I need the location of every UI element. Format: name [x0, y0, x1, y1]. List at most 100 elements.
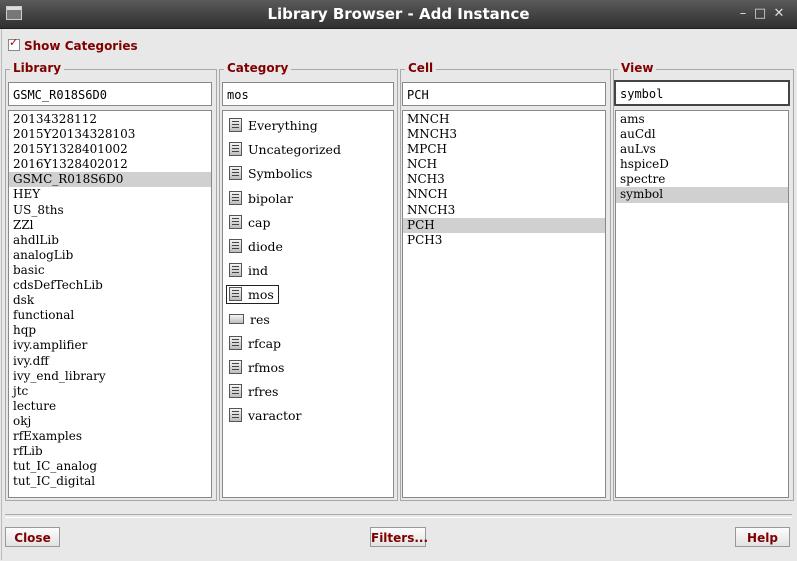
help-button[interactable]: Help: [735, 527, 790, 547]
category-item-label: cap: [248, 214, 271, 230]
library-list-item[interactable]: 2016Y1328402012: [9, 157, 211, 172]
category-list-icon: [229, 214, 242, 229]
library-list-item[interactable]: cdsDefTechLib: [9, 278, 211, 293]
category-list-item[interactable]: rfcap: [223, 332, 393, 356]
close-window-icon[interactable]: ✕: [770, 5, 788, 23]
library-list-item[interactable]: lecture: [9, 399, 211, 414]
category-item-content: ind: [229, 263, 268, 278]
library-list-item[interactable]: 2015Y1328401002: [9, 142, 211, 157]
library-list-item[interactable]: rfLib: [9, 444, 211, 459]
category-item-label: mos: [248, 287, 274, 303]
library-list-item[interactable]: hqp: [9, 323, 211, 338]
window-title: Library Browser - Add Instance: [267, 5, 530, 23]
library-list-item[interactable]: okj: [9, 414, 211, 429]
cell-list-item[interactable]: NCH: [403, 157, 605, 172]
category-list-item[interactable]: rfmos: [223, 356, 393, 380]
view-filter-input[interactable]: symbol: [614, 80, 790, 106]
maximize-icon[interactable]: □: [751, 5, 769, 23]
category-list-item[interactable]: Uncategorized: [223, 138, 393, 162]
view-list-item[interactable]: auLvs: [616, 142, 788, 157]
library-list-item[interactable]: ZZl: [9, 218, 211, 233]
category-item-label: bipolar: [248, 190, 293, 206]
library-list-item[interactable]: 20134328112: [9, 112, 211, 127]
category-item-label: Everything: [248, 118, 318, 133]
library-list-item[interactable]: functional: [9, 308, 211, 323]
category-list-icon: [229, 166, 242, 181]
library-list-item[interactable]: analogLib: [9, 248, 211, 263]
divider: [5, 514, 792, 518]
library-list-item[interactable]: US_8ths: [9, 203, 211, 218]
view-list-item[interactable]: spectre: [616, 172, 788, 187]
show-categories-toggle[interactable]: Show Categories: [8, 36, 138, 53]
minimize-icon[interactable]: –: [734, 5, 752, 23]
library-list-item[interactable]: tut_IC_analog: [9, 459, 211, 474]
cell-list-item[interactable]: NNCH3: [403, 203, 605, 218]
category-item-content: res: [229, 312, 270, 327]
category-list-icon: [229, 287, 242, 302]
library-list-item[interactable]: GSMC_R018S6D0: [9, 172, 211, 188]
category-list-item[interactable]: mos: [223, 283, 393, 307]
category-list-item[interactable]: cap: [223, 211, 393, 235]
cell-list-item[interactable]: PCH3: [403, 233, 605, 248]
library-list-item[interactable]: HEY: [9, 187, 211, 202]
view-list[interactable]: ams auCdl auLvs hspiceD spectre symbol: [615, 110, 789, 498]
category-item-label: rfmos: [248, 359, 285, 375]
category-item-content: Everything: [229, 118, 318, 133]
show-categories-checkbox[interactable]: [8, 36, 20, 51]
category-list-item[interactable]: Symbolics: [223, 162, 393, 186]
category-item-content: cap: [229, 214, 271, 230]
category-list-icon: [229, 238, 242, 253]
cell-list[interactable]: MNCH MNCH3 MPCH NCH NCH3 NNCH NNCH3 PCH PCH3: [402, 110, 606, 498]
category-list-icon: [229, 359, 242, 374]
cell-list-item[interactable]: PCH: [403, 217, 605, 233]
category-list[interactable]: Everything Uncategorized Symbolics bipolar c…: [222, 110, 394, 498]
view-list-item[interactable]: ams: [616, 112, 788, 127]
library-list-item[interactable]: ivy.amplifier: [9, 338, 211, 353]
category-list-icon: [229, 142, 242, 157]
category-item-label: varactor: [248, 408, 302, 424]
cell-filter-input[interactable]: PCH: [402, 82, 606, 106]
category-list-icon: [229, 263, 242, 278]
category-item-content: rfres: [229, 384, 278, 399]
cell-list-item[interactable]: MNCH3: [403, 127, 605, 142]
library-list-item[interactable]: ivy_end_library: [9, 369, 211, 384]
library-list-item[interactable]: jtc: [9, 384, 211, 399]
category-list-item[interactable]: rfres: [223, 380, 393, 404]
library-list-item[interactable]: basic: [9, 263, 211, 278]
library-list[interactable]: 20134328112 2015Y20134328103 2015Y13284010…: [8, 110, 212, 498]
category-item-content: varactor: [229, 408, 301, 423]
library-list-item[interactable]: tut_IC_digital: [9, 474, 211, 489]
library-list-item[interactable]: rfExamples: [9, 429, 211, 444]
category-list-item[interactable]: res: [223, 308, 393, 332]
filters-button[interactable]: Filters...: [370, 527, 428, 547]
close-button[interactable]: Close: [5, 527, 60, 547]
view-list-item[interactable]: symbol: [616, 187, 788, 203]
library-filter-input[interactable]: GSMC_R018S6D0: [8, 82, 212, 106]
cell-list-item[interactable]: MNCH: [403, 112, 605, 127]
view-list-item[interactable]: hspiceD: [616, 157, 788, 172]
library-list-item[interactable]: 2015Y20134328103: [9, 127, 211, 142]
category-item-label: Uncategorized: [248, 142, 341, 158]
library-list-item[interactable]: ivy.dff: [9, 354, 211, 369]
cell-list-item[interactable]: NNCH: [403, 187, 605, 202]
category-filter-input[interactable]: mos: [222, 82, 394, 106]
category-list-item[interactable]: ind: [223, 259, 393, 283]
category-list-item[interactable]: diode: [223, 235, 393, 259]
category-list-item[interactable]: Everything: [223, 114, 393, 138]
category-item-label: Symbolics: [248, 166, 313, 182]
cell-list-item[interactable]: MPCH: [403, 142, 605, 157]
category-item-content: diode: [229, 238, 283, 254]
category-list-icon: [229, 190, 242, 205]
folder-closed-icon: [229, 313, 244, 324]
cell-list-item[interactable]: NCH3: [403, 172, 605, 187]
library-heading: Library: [10, 61, 65, 75]
category-list-item[interactable]: varactor: [223, 404, 393, 428]
library-list-item[interactable]: dsk: [9, 293, 211, 308]
category-item-content: bipolar: [229, 190, 293, 206]
category-list-item[interactable]: bipolar: [223, 187, 393, 211]
category-heading: Category: [224, 61, 292, 75]
library-list-item[interactable]: ahdlLib: [9, 233, 211, 248]
view-list-item[interactable]: auCdl: [616, 127, 788, 142]
category-item-content: rfmos: [229, 359, 285, 375]
category-list-icon: [229, 408, 242, 423]
